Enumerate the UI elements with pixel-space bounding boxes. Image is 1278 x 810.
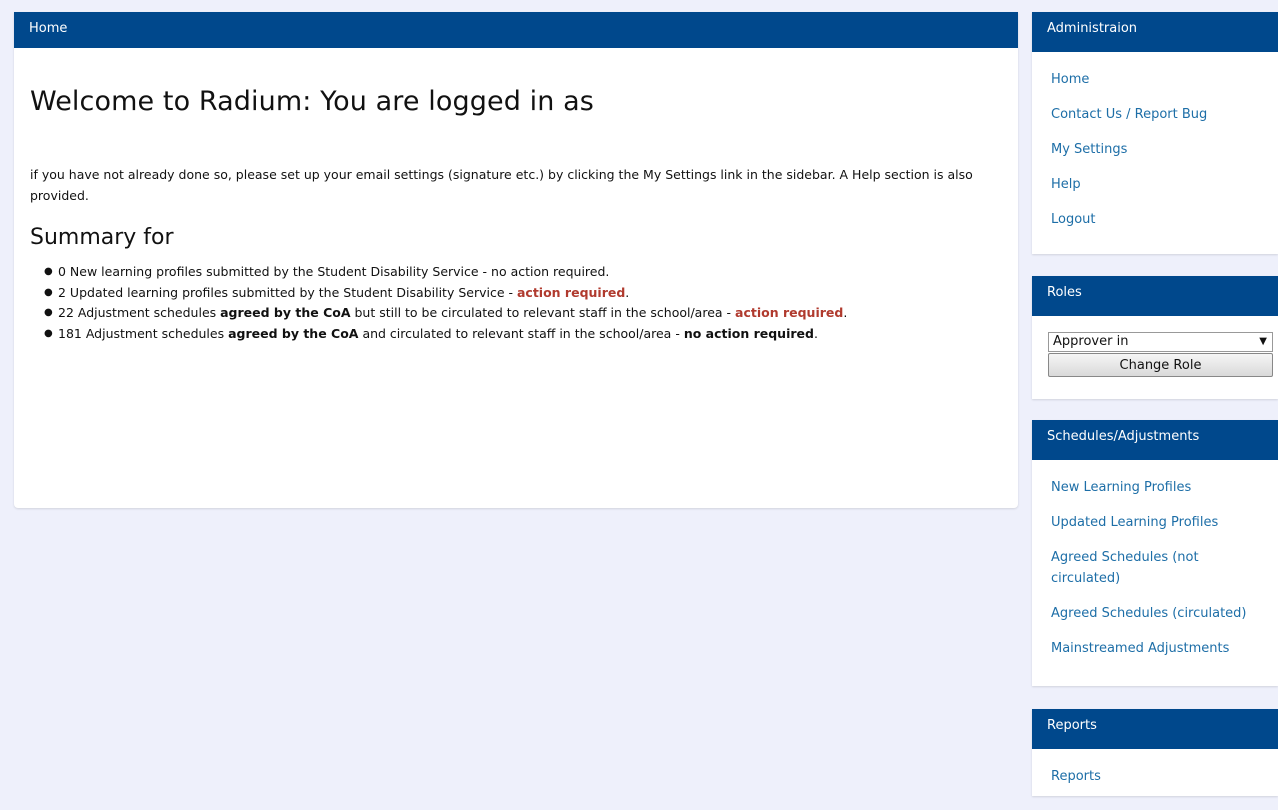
reports-panel-header: Reports: [1032, 709, 1278, 749]
sidebar-item-agreed-schedules-circulated[interactable]: Agreed Schedules (circulated): [1051, 606, 1247, 621]
admin-links: Home Contact Us / Report Bug My Settings…: [1032, 52, 1278, 253]
schedules-panel-header: Schedules/Adjustments: [1032, 420, 1278, 460]
sidebar-item-contact-us[interactable]: Contact Us / Report Bug: [1051, 107, 1207, 122]
admin-panel-header: Administraion: [1032, 12, 1278, 52]
list-item: ● 22 Adjustment schedules agreed by the C…: [44, 305, 848, 321]
main-panel-header: Home: [14, 12, 1018, 48]
page-title: Welcome to Radium: You are logged in as: [30, 86, 594, 117]
action-required-label: action required: [516, 284, 626, 300]
main-panel: Home Welcome to Radium: You are logged i…: [14, 12, 1018, 508]
sidebar-item-home[interactable]: Home: [1051, 72, 1089, 87]
reports-panel: Reports Reports: [1032, 709, 1278, 796]
list-item: ● 2 Updated learning profiles submitted b…: [44, 284, 630, 300]
admin-panel: Administraion Home Contact Us / Report B…: [1032, 12, 1278, 254]
intro-text: if you have not already done so, please …: [30, 167, 973, 203]
schedules-links: New Learning Profiles Updated Learning P…: [1032, 460, 1278, 682]
list-item: ● 181 Adjustment schedules agreed by the …: [44, 326, 818, 342]
sidebar-item-my-settings[interactable]: My Settings: [1051, 142, 1127, 157]
role-select-value: Approver in: [1053, 334, 1129, 349]
role-select[interactable]: Approver in ▼: [1048, 332, 1273, 352]
reports-links: Reports: [1032, 749, 1278, 810]
summary-list: ● 0 New learning profiles submitted by th…: [30, 262, 847, 345]
sidebar-item-reports[interactable]: Reports: [1051, 769, 1101, 784]
sidebar-item-mainstreamed-adjustments[interactable]: Mainstreamed Adjustments: [1051, 641, 1229, 656]
summary-title: Summary for: [30, 225, 174, 250]
sidebar-item-logout[interactable]: Logout: [1051, 212, 1096, 227]
roles-panel-header: Roles: [1032, 276, 1278, 316]
sidebar-item-help[interactable]: Help: [1051, 177, 1081, 192]
sidebar-item-updated-learning-profiles[interactable]: Updated Learning Profiles: [1051, 515, 1218, 530]
change-role-button[interactable]: Change Role: [1048, 353, 1273, 377]
list-item: ● 0 New learning profiles submitted by th…: [44, 264, 610, 279]
roles-panel: Roles Approver in ▼ Change Role: [1032, 276, 1278, 399]
sidebar-item-new-learning-profiles[interactable]: New Learning Profiles: [1051, 480, 1191, 495]
schedules-panel: Schedules/Adjustments New Learning Profi…: [1032, 420, 1278, 686]
chevron-down-icon: ▼: [1259, 336, 1267, 347]
sidebar-item-agreed-schedules-not-circulated[interactable]: Agreed Schedules (not circulated): [1051, 550, 1199, 586]
action-required-label: action required: [735, 305, 844, 321]
